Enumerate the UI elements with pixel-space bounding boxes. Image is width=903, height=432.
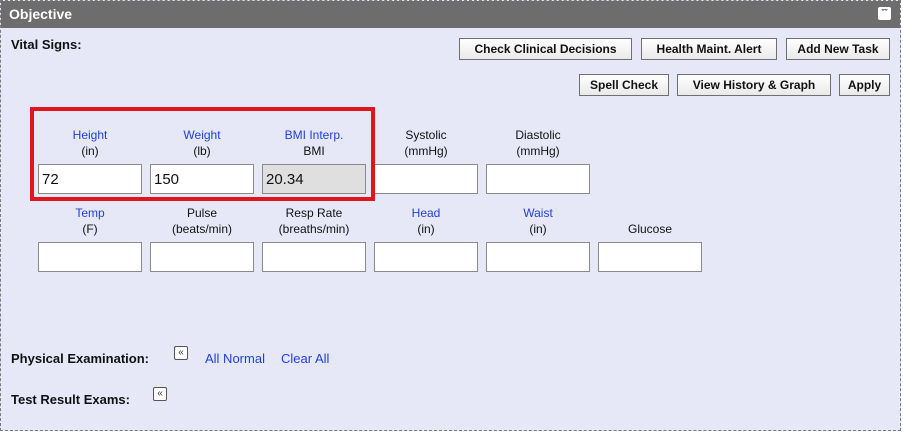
systolic-input[interactable] bbox=[374, 164, 478, 194]
all-normal-link[interactable]: All Normal bbox=[205, 351, 265, 366]
resp-rate-input[interactable] bbox=[262, 242, 366, 272]
spell-check-button[interactable]: Spell Check bbox=[579, 74, 669, 96]
objective-panel: Objective ˇˇ Vital Signs: Check Clinical… bbox=[0, 0, 901, 431]
panel-titlebar: Objective ˇˇ bbox=[1, 1, 900, 28]
glucose-input[interactable] bbox=[598, 242, 702, 272]
diastolic-label: Diastolic (mmHg) bbox=[515, 128, 561, 158]
systolic-label: Systolic (mmHg) bbox=[404, 128, 448, 158]
apply-button[interactable]: Apply bbox=[839, 74, 890, 96]
waist-label: Waist (in) bbox=[523, 206, 553, 236]
temp-label: Temp (F) bbox=[75, 206, 105, 236]
physical-exam-label: Physical Examination: bbox=[11, 351, 149, 366]
highlight-box bbox=[30, 107, 375, 201]
head-input[interactable] bbox=[374, 242, 478, 272]
diastolic-input[interactable] bbox=[486, 164, 590, 194]
test-result-exams-label: Test Result Exams: bbox=[11, 392, 130, 407]
pulse-input[interactable] bbox=[150, 242, 254, 272]
clear-all-link[interactable]: Clear All bbox=[281, 351, 329, 366]
head-label: Head (in) bbox=[411, 206, 441, 236]
waist-input[interactable] bbox=[486, 242, 590, 272]
expand-physical-exam-icon[interactable]: « bbox=[174, 346, 188, 360]
check-clinical-decisions-button[interactable]: Check Clinical Decisions bbox=[459, 38, 632, 60]
pulse-label: Pulse (beats/min) bbox=[171, 206, 233, 236]
panel-title: Objective bbox=[9, 6, 73, 22]
temp-input[interactable] bbox=[38, 242, 142, 272]
collapse-icon[interactable]: ˇˇ bbox=[878, 7, 891, 20]
view-history-graph-button[interactable]: View History & Graph bbox=[677, 74, 831, 96]
health-maint-alert-button[interactable]: Health Maint. Alert bbox=[641, 38, 777, 60]
expand-test-results-icon[interactable]: « bbox=[153, 387, 167, 401]
vital-signs-title: Vital Signs: bbox=[11, 37, 82, 52]
glucose-label: Glucose bbox=[627, 222, 673, 236]
resp-rate-label: Resp Rate (breaths/min) bbox=[278, 206, 350, 236]
add-new-task-button[interactable]: Add New Task bbox=[786, 38, 890, 60]
